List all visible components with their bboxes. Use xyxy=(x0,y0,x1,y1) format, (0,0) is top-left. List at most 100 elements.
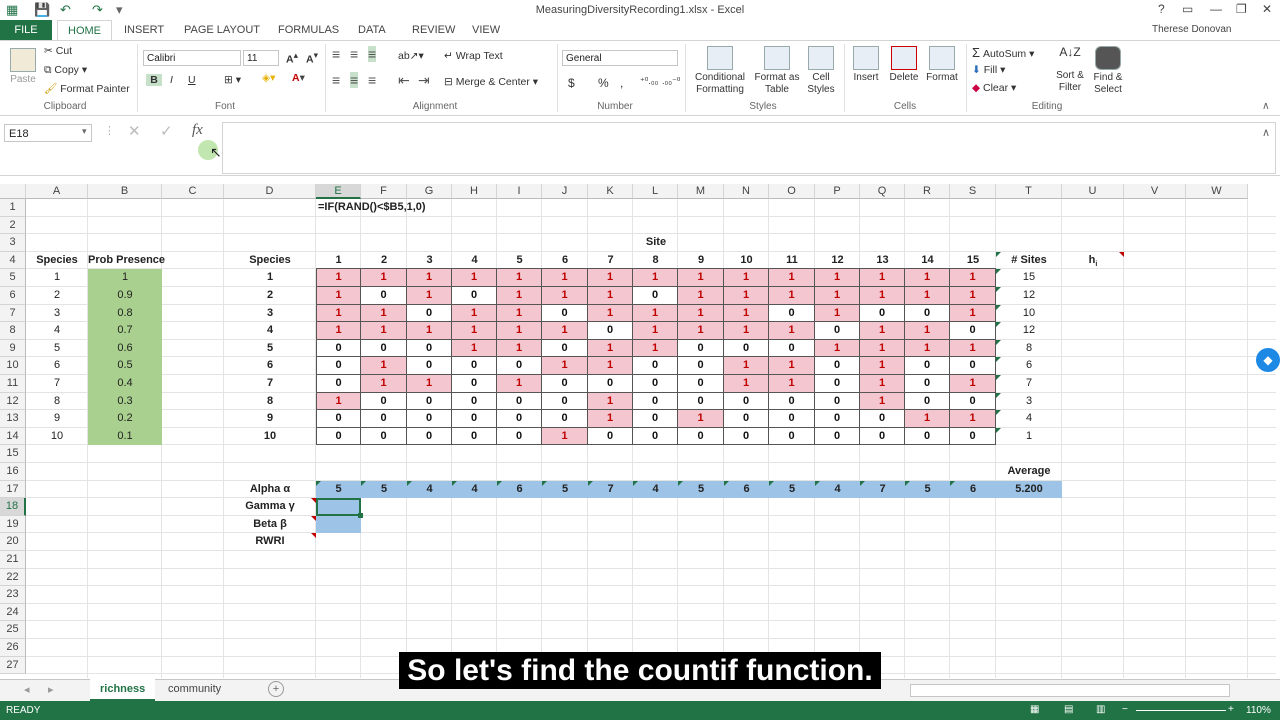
decrease-decimal-icon[interactable]: .₀₀⁻⁰ xyxy=(662,76,680,87)
presence-cell[interactable]: 0 xyxy=(860,304,905,323)
presence-cell[interactable]: 0 xyxy=(905,375,950,393)
presence-cell[interactable]: 1 xyxy=(316,392,361,411)
row-header-11[interactable]: 11 xyxy=(0,375,26,393)
presence-cell[interactable]: 1 xyxy=(407,287,452,305)
presence-cell[interactable]: 0 xyxy=(633,427,678,446)
presence-cell[interactable]: 0 xyxy=(950,322,996,340)
prob-presence-value[interactable]: 0.4 xyxy=(88,375,162,393)
num-sites-value[interactable]: 6 xyxy=(996,357,1062,375)
merge-center-button[interactable]: ⊟ Merge & Center ▾ xyxy=(444,76,538,88)
autosum-button[interactable]: Σ AutoSum ▾ xyxy=(972,45,1034,60)
column-header-a[interactable]: A xyxy=(26,184,88,199)
species-label[interactable]: 8 xyxy=(224,393,316,411)
presence-cell[interactable]: 0 xyxy=(950,392,996,411)
presence-cell[interactable]: 1 xyxy=(905,339,950,358)
percent-button[interactable]: % xyxy=(598,76,609,90)
bold-button[interactable]: B xyxy=(146,74,162,86)
close-icon[interactable]: ✕ xyxy=(1262,2,1272,16)
column-header-l[interactable]: L xyxy=(633,184,678,199)
presence-cell[interactable]: 0 xyxy=(950,427,996,446)
prob-presence-value[interactable]: 0.5 xyxy=(88,357,162,375)
italic-button[interactable]: I xyxy=(170,74,173,86)
alpha-value[interactable]: 4 xyxy=(452,480,497,499)
beta-label[interactable]: Beta β xyxy=(224,515,316,534)
presence-cell[interactable]: 1 xyxy=(588,269,633,287)
prob-presence-value[interactable]: 1 xyxy=(88,269,162,287)
row-header-6[interactable]: 6 xyxy=(0,287,26,305)
num-sites-value[interactable]: 15 xyxy=(996,269,1062,287)
format-painter-button[interactable]: 🖌 Format Painter xyxy=(44,82,130,95)
wrap-text-button[interactable]: ↵ Wrap Text xyxy=(444,50,503,62)
presence-cell[interactable]: 1 xyxy=(633,339,678,358)
presence-cell[interactable]: 0 xyxy=(860,427,905,446)
sort-filter-button[interactable]: A↓Z Sort & Filter xyxy=(1052,46,1088,94)
presence-cell[interactable]: 0 xyxy=(542,410,588,428)
font-color-icon[interactable]: A▾ xyxy=(292,72,305,84)
presence-cell[interactable]: 0 xyxy=(950,357,996,375)
increase-decimal-icon[interactable]: ⁺⁰.₀₀ xyxy=(640,76,658,87)
column-header-p[interactable]: P xyxy=(815,184,860,199)
presence-cell[interactable]: 1 xyxy=(950,410,996,428)
cut-button[interactable]: ✂ Cut xyxy=(44,45,72,57)
presence-cell[interactable]: 0 xyxy=(860,410,905,428)
num-sites-value[interactable]: 7 xyxy=(996,375,1062,393)
presence-cell[interactable]: 0 xyxy=(452,375,497,393)
row-header-16[interactable]: 16 xyxy=(0,463,26,481)
presence-cell[interactable]: 1 xyxy=(588,410,633,428)
enter-icon[interactable]: ✓ xyxy=(160,122,173,140)
column-header-f[interactable]: F xyxy=(361,184,407,199)
presence-cell[interactable]: 0 xyxy=(815,357,860,375)
row-header-12[interactable]: 12 xyxy=(0,392,26,411)
presence-cell[interactable]: 1 xyxy=(407,322,452,340)
alpha-value[interactable]: 5 xyxy=(361,480,407,499)
comma-button[interactable]: , xyxy=(620,76,623,90)
column-header-q[interactable]: Q xyxy=(860,184,905,199)
presence-cell[interactable]: 1 xyxy=(361,357,407,375)
presence-cell[interactable]: 0 xyxy=(678,427,724,446)
presence-cell[interactable]: 1 xyxy=(452,304,497,323)
alpha-value[interactable]: 5 xyxy=(905,480,950,499)
presence-cell[interactable]: 1 xyxy=(815,339,860,358)
row-header-23[interactable]: 23 xyxy=(0,586,26,604)
row-header-18[interactable]: 18 xyxy=(0,498,26,516)
alpha-value[interactable]: 6 xyxy=(950,480,996,499)
presence-cell[interactable]: 0 xyxy=(905,427,950,446)
decrease-indent-icon[interactable]: ⇤ xyxy=(398,72,410,89)
presence-cell[interactable]: 0 xyxy=(633,375,678,393)
species-number[interactable]: 7 xyxy=(26,375,88,393)
column-header-o[interactable]: O xyxy=(769,184,815,199)
presence-cell[interactable]: 0 xyxy=(815,392,860,411)
column-header-s[interactable]: S xyxy=(950,184,996,199)
prob-presence-value[interactable]: 0.2 xyxy=(88,410,162,428)
presence-cell[interactable]: 0 xyxy=(361,427,407,446)
grow-font-icon[interactable]: A▴ xyxy=(286,50,298,66)
site-number-header[interactable]: 2 xyxy=(361,252,407,270)
shrink-font-icon[interactable]: A▾ xyxy=(306,50,318,66)
species-number[interactable]: 2 xyxy=(26,287,88,305)
presence-cell[interactable]: 1 xyxy=(361,304,407,323)
presence-cell[interactable]: 1 xyxy=(950,339,996,358)
column-header-n[interactable]: N xyxy=(724,184,769,199)
row-header-24[interactable]: 24 xyxy=(0,603,26,622)
alpha-value[interactable]: 7 xyxy=(588,480,633,499)
delete-cells-button[interactable]: Delete xyxy=(886,46,922,84)
presence-cell[interactable]: 0 xyxy=(724,392,769,411)
page-break-view-icon[interactable]: ▥ xyxy=(1096,704,1105,715)
species-label[interactable]: 2 xyxy=(224,287,316,305)
zoom-in-icon[interactable]: + xyxy=(1228,704,1234,715)
cancel-icon[interactable]: ✕ xyxy=(128,122,141,140)
column-header-v[interactable]: V xyxy=(1124,184,1186,199)
num-sites-value[interactable]: 12 xyxy=(996,322,1062,340)
row-header-4[interactable]: 4 xyxy=(0,251,26,270)
prob-presence-value[interactable]: 0.1 xyxy=(88,427,162,446)
presence-cell[interactable]: 1 xyxy=(588,304,633,323)
presence-cell[interactable]: 0 xyxy=(452,410,497,428)
presence-cell[interactable]: 0 xyxy=(542,304,588,323)
presence-cell[interactable]: 0 xyxy=(769,339,815,358)
presence-cell[interactable]: 1 xyxy=(950,304,996,323)
formula-input[interactable] xyxy=(222,122,1276,174)
site-number-header[interactable]: 1 xyxy=(316,252,361,270)
tab-file[interactable]: FILE xyxy=(0,20,52,40)
align-left-icon[interactable]: ≡ xyxy=(332,72,340,88)
alpha-value[interactable]: 5 xyxy=(542,480,588,499)
